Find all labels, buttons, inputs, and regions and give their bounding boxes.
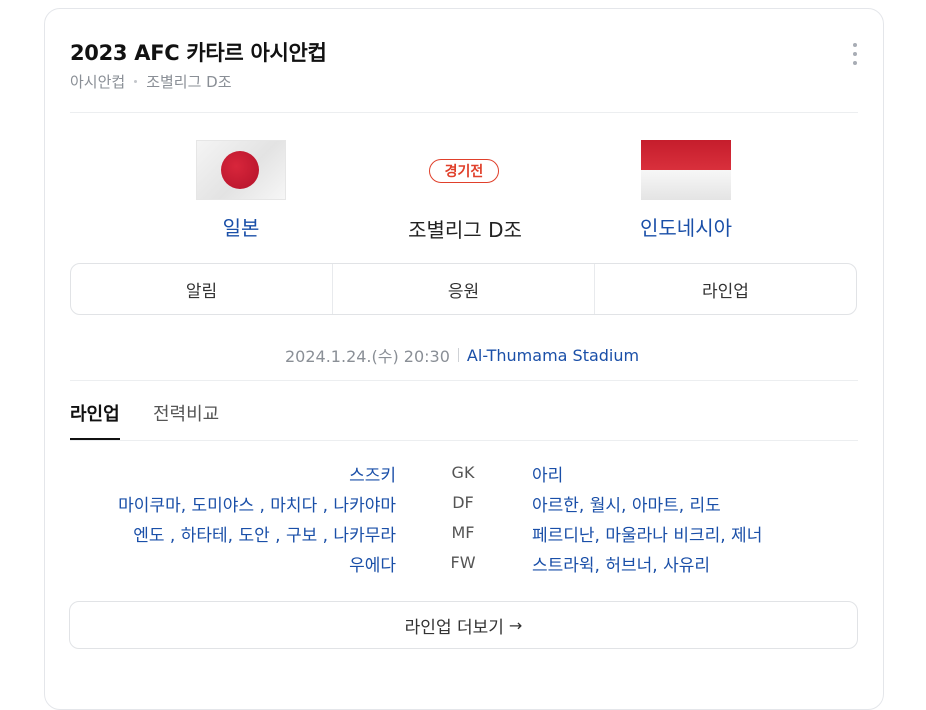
japan-flag-icon[interactable]: [196, 140, 286, 200]
lineup-button[interactable]: 라인업: [594, 264, 856, 314]
lineup-row: 우에다 FW 스트라윅, 허브너, 사유리: [70, 551, 858, 579]
position-label: FW: [450, 553, 476, 572]
breadcrumb: 아시안컵 조별리그 D조: [70, 71, 232, 92]
venue-link[interactable]: Al-Thumama Stadium: [467, 346, 639, 365]
divider: [70, 112, 858, 113]
info-separator: [457, 348, 459, 362]
tab-comparison[interactable]: 전력비교: [153, 400, 219, 426]
lineup-row: 엔도 , 하타테, 도안 , 구보 , 나카무라 MF 페르디난, 마울라나 비…: [70, 521, 858, 549]
away-players[interactable]: 아르한, 월시, 아마트, 리도: [532, 491, 721, 516]
away-players[interactable]: 스트라윅, 허브너, 사유리: [532, 551, 710, 576]
home-players[interactable]: 마이쿠마, 도미야스 , 마치다 , 나카야마: [118, 491, 396, 516]
tab-lineup[interactable]: 라인업: [70, 400, 120, 440]
lineup-more-label: 라인업 더보기: [404, 617, 504, 638]
cheer-button[interactable]: 응원: [332, 264, 594, 314]
match-datetime: 2024.1.24.(수) 20:30: [285, 347, 450, 366]
lineup-more-button[interactable]: 라인업 더보기 →: [69, 601, 858, 649]
match-group: 조별리그 D조: [408, 218, 522, 242]
lineup-tabs: 라인업 전력비교: [70, 392, 858, 441]
home-players[interactable]: 스즈키: [349, 461, 396, 486]
status-badge: 경기전: [429, 159, 499, 183]
lineup-row: 마이쿠마, 도미야스 , 마치다 , 나카야마 DF 아르한, 월시, 아마트,…: [70, 491, 858, 519]
divider: [70, 380, 858, 381]
breadcrumb-separator: [134, 80, 138, 83]
away-players[interactable]: 아리: [532, 461, 563, 486]
alert-button[interactable]: 알림: [71, 264, 332, 314]
position-label: DF: [452, 493, 474, 512]
position-label: GK: [451, 463, 475, 482]
away-team-name[interactable]: 인도네시아: [606, 212, 766, 241]
home-players[interactable]: 우에다: [349, 551, 396, 576]
match-card: 2023 AFC 카타르 아시안컵 아시안컵 조별리그 D조 일본 경기전 조별…: [44, 8, 884, 710]
breadcrumb-item-group[interactable]: 조별리그 D조: [146, 71, 231, 92]
home-team-name[interactable]: 일본: [161, 212, 321, 241]
indonesia-flag-icon[interactable]: [641, 140, 731, 200]
action-buttons: 알림 응원 라인업: [70, 263, 857, 315]
breadcrumb-item-asiancup[interactable]: 아시안컵: [70, 71, 125, 92]
more-options-icon[interactable]: [845, 43, 865, 65]
home-players[interactable]: 엔도 , 하타테, 도안 , 구보 , 나카무라: [133, 521, 396, 546]
lineup-row: 스즈키 GK 아리: [70, 461, 858, 489]
page-title[interactable]: 2023 AFC 카타르 아시안컵: [70, 37, 327, 67]
match-info: 2024.1.24.(수) 20:30 Al-Thumama Stadium: [285, 343, 639, 367]
arrow-right-icon: →: [508, 615, 523, 635]
position-label: MF: [451, 523, 475, 542]
away-players[interactable]: 페르디난, 마울라나 비크리, 제너: [532, 521, 762, 546]
